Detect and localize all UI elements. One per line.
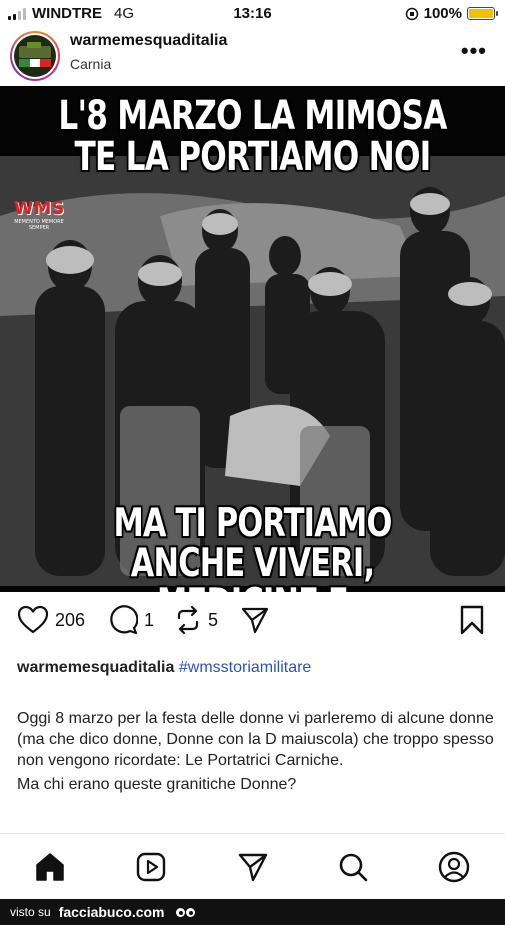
comment-count: 1 bbox=[144, 609, 155, 630]
like-count: 206 bbox=[55, 609, 86, 630]
nav-home[interactable] bbox=[33, 850, 67, 884]
wms-logo: WMS MEMENTO MEMORE SEMPER bbox=[10, 198, 68, 250]
post-location[interactable]: Carnia bbox=[70, 56, 111, 72]
caption-paragraph: Oggi 8 marzo per la festa delle donne vi… bbox=[17, 710, 494, 769]
wms-logo-letters: WMS bbox=[13, 198, 65, 219]
heart-icon bbox=[17, 605, 49, 634]
reels-icon bbox=[136, 852, 166, 882]
post-username[interactable]: warmemesquaditalia bbox=[70, 32, 227, 50]
caption-header: warmemesquaditalia #wmsstoriamilitare bbox=[17, 659, 311, 677]
nav-profile[interactable] bbox=[437, 850, 471, 884]
meme-bottom-text: MA TI PORTIAMO ANCHE VIVERI, MEDICINE E … bbox=[113, 501, 392, 592]
battery-percent: 100% bbox=[423, 5, 462, 22]
bookmark-icon bbox=[460, 605, 484, 635]
orientation-lock-icon bbox=[405, 7, 418, 20]
battery-icon bbox=[467, 7, 498, 20]
repost-icon bbox=[177, 605, 199, 635]
save-button[interactable] bbox=[459, 605, 485, 635]
meme-top-text: L'8 MARZO LA MIMOSA TE LA PORTIAMO NOI bbox=[58, 93, 447, 180]
post-actions: 206 1 5 bbox=[0, 605, 505, 645]
post-header: warmemesquaditalia Carnia ••• bbox=[0, 28, 505, 86]
eyes-icon bbox=[175, 907, 195, 917]
send-icon bbox=[241, 607, 269, 634]
avatar[interactable] bbox=[10, 31, 60, 81]
watermark-bar: visto su facciabuco.com bbox=[0, 899, 505, 925]
comment-button[interactable]: 1 bbox=[108, 605, 154, 635]
caption-hashtag[interactable]: #wmsstoriamilitare bbox=[179, 659, 311, 676]
status-bar: WINDTRE 4G 13:16 100% bbox=[0, 0, 505, 28]
wms-logo-subtitle: MEMENTO MEMORE SEMPER bbox=[14, 219, 64, 231]
bottom-nav bbox=[0, 833, 505, 899]
share-button[interactable] bbox=[240, 605, 270, 635]
send-icon bbox=[238, 853, 268, 882]
nav-reels[interactable] bbox=[134, 850, 168, 884]
home-icon bbox=[36, 853, 64, 881]
like-button[interactable]: 206 bbox=[17, 605, 85, 635]
caption-body: Oggi 8 marzo per la festa delle donne vi… bbox=[17, 708, 497, 795]
comment-icon bbox=[110, 605, 138, 635]
more-horizontal-icon[interactable]: ••• bbox=[461, 38, 487, 64]
post-image[interactable]: L'8 MARZO LA MIMOSA TE LA PORTIAMO NOI W… bbox=[0, 86, 505, 592]
repost-button[interactable]: 5 bbox=[174, 605, 218, 635]
nav-direct[interactable] bbox=[236, 850, 270, 884]
caption-username[interactable]: warmemesquaditalia bbox=[17, 659, 174, 676]
watermark-brand[interactable]: facciabuco.com bbox=[59, 904, 165, 920]
status-right: 100% bbox=[405, 5, 498, 22]
nav-search[interactable] bbox=[336, 850, 370, 884]
profile-icon bbox=[438, 851, 470, 883]
watermark-prefix: visto su bbox=[10, 905, 51, 919]
repost-count: 5 bbox=[208, 609, 219, 630]
caption-paragraph: Ma chi erano queste granitiche Donne? bbox=[17, 776, 297, 793]
search-icon bbox=[339, 853, 368, 882]
wms-avatar-logo bbox=[14, 35, 56, 77]
